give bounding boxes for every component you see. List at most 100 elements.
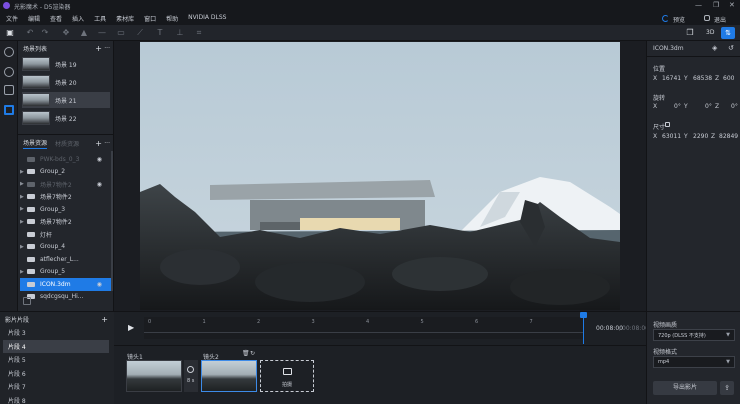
add-asset-icon[interactable]: + <box>95 139 102 148</box>
line-icon[interactable]: — <box>97 28 107 38</box>
clip-item[interactable]: 片段 6 <box>3 367 109 380</box>
asset-scrollbar[interactable] <box>111 151 113 291</box>
asset-tree-item[interactable]: ▶ 场景7物件2 <box>20 191 112 204</box>
render-view[interactable] <box>140 42 620 310</box>
terrain-icon[interactable]: ▲ <box>79 28 89 38</box>
expand-arrow-icon[interactable]: ▶ <box>20 206 27 212</box>
size-x-value[interactable]: 63011 <box>662 133 681 140</box>
expand-arrow-icon[interactable]: ▶ <box>20 194 27 200</box>
export-settings-button[interactable]: ⇪ <box>720 381 734 395</box>
shot-duration-box[interactable]: 8 s <box>184 360 198 392</box>
redo-icon[interactable]: ↷ <box>40 28 50 38</box>
pos-z-value[interactable]: 600 <box>723 75 734 82</box>
asset-tree-item[interactable]: ▶ 场景7物件2 <box>20 216 112 229</box>
render-mode-button[interactable]: ⇅ <box>721 27 735 39</box>
asset-tree-item[interactable]: ▶ Group_3 <box>20 203 112 216</box>
focus-icon[interactable]: ◈ <box>712 44 717 52</box>
undo-icon[interactable]: ↶ <box>25 28 35 38</box>
video-format-select[interactable]: mp4 ▼ <box>653 356 735 368</box>
menu-item[interactable]: 帮助 <box>161 14 183 23</box>
rectangle-icon[interactable]: ▭ <box>116 28 126 38</box>
menu-item[interactable]: 素材库 <box>111 14 139 23</box>
video-quality-select[interactable]: 720p (DLSS 不支持) ▼ <box>653 329 735 341</box>
visibility-icon[interactable]: ◉ <box>97 281 102 288</box>
weather-icon[interactable] <box>4 67 14 77</box>
clip-item[interactable]: 片段 7 <box>3 380 109 393</box>
expand-arrow-icon[interactable]: ▶ <box>20 181 27 187</box>
rot-x-value[interactable]: 0° <box>674 103 681 110</box>
delete-shot-icon[interactable]: 🗑 <box>242 350 250 357</box>
menu-item[interactable]: 文件 <box>1 14 23 23</box>
pick-icon[interactable]: ⟋ <box>135 28 145 38</box>
asset-tree-item[interactable]: 灯杆 <box>20 228 112 241</box>
lock-icon[interactable] <box>665 122 670 127</box>
expand-arrow-icon[interactable]: ▶ <box>20 269 27 275</box>
expand-arrow-icon[interactable]: ▶ <box>20 219 27 225</box>
asset-tree-item[interactable]: PWK-bds_0_3 ◉ <box>20 153 112 166</box>
scene-item[interactable]: 场景 22 <box>22 110 110 126</box>
visibility-icon[interactable]: ◉ <box>97 156 102 163</box>
camera-icon[interactable] <box>4 85 14 95</box>
asset-tree-item[interactable]: atflecher_L... <box>20 253 112 266</box>
playhead-handle-icon[interactable] <box>580 312 587 318</box>
clip-item[interactable]: 片段 8 <box>3 394 109 404</box>
asset-tree-item[interactable]: ▶ Group_5 <box>20 266 112 279</box>
refresh-shot-icon[interactable]: ↻ <box>250 350 255 357</box>
add-scene-icon[interactable]: + <box>95 44 102 53</box>
asset-tree-item[interactable]: ▶ Group_4 <box>20 241 112 254</box>
close-icon[interactable]: ✕ <box>729 1 735 9</box>
minimize-icon[interactable]: — <box>695 1 702 9</box>
align-icon[interactable]: ⊥ <box>175 28 185 38</box>
clip-item[interactable]: 片段 4 <box>3 339 109 353</box>
menu-item[interactable]: 窗口 <box>139 14 161 23</box>
rot-z-value[interactable]: 0° <box>731 103 738 110</box>
menu-item[interactable]: 工具 <box>89 14 111 23</box>
asset-tree-item[interactable]: ▶ Group_2 <box>20 166 112 179</box>
mode-3d-button[interactable]: 3D <box>706 29 714 36</box>
cloud-icon[interactable] <box>4 47 14 57</box>
play-icon[interactable]: ▶ <box>128 323 134 332</box>
visibility-icon[interactable]: ◉ <box>97 181 102 188</box>
scene-list-more-icon[interactable]: ··· <box>104 45 110 52</box>
scene-item[interactable]: 场景 21 <box>22 92 110 108</box>
capture-button[interactable]: 拍摄 <box>260 360 314 392</box>
asset-more-icon[interactable]: ··· <box>104 140 110 147</box>
menu-item[interactable]: 查看 <box>45 14 67 23</box>
asset-tree-item[interactable]: ▶ 场景7物件2 ◉ <box>20 178 112 191</box>
preview-label[interactable]: 预览 <box>673 15 685 24</box>
move-icon[interactable]: ✥ <box>61 28 71 38</box>
size-y-value[interactable]: 2290 <box>693 133 708 140</box>
snap-icon[interactable]: ⌗ <box>194 28 204 38</box>
menu-item[interactable]: 编辑 <box>23 14 45 23</box>
pos-x-value[interactable]: 16741 <box>662 75 681 82</box>
clip-item[interactable]: 片段 5 <box>3 353 109 366</box>
size-z-value[interactable]: 82849 <box>719 133 738 140</box>
scene-assets-tab[interactable]: 场景资源 <box>23 138 48 149</box>
timeline-track[interactable]: 0 1 2 3 4 5 6 7 <box>144 317 584 339</box>
panel-toggle-icon[interactable]: ▣ <box>5 28 15 38</box>
layers-icon[interactable]: ❒ <box>685 28 695 38</box>
expand-arrow-icon[interactable]: ▶ <box>20 169 27 175</box>
material-assets-tab[interactable]: 材质资源 <box>55 139 79 148</box>
expand-arrow-icon[interactable]: ▶ <box>20 244 27 250</box>
scene-item[interactable]: 场景 20 <box>22 74 110 90</box>
menu-item[interactable]: NVIDIA DLSS <box>183 14 231 23</box>
shot1-thumbnail[interactable] <box>126 360 182 392</box>
shot2-thumbnail[interactable] <box>201 360 257 392</box>
export-button[interactable]: 导出影片 <box>653 381 717 395</box>
pos-y-value[interactable]: 68538 <box>693 75 712 82</box>
viewport[interactable] <box>114 41 646 311</box>
scene-panel-icon[interactable] <box>4 105 14 115</box>
rot-y-value[interactable]: 0° <box>705 103 712 110</box>
clip-item[interactable]: 片段 3 <box>3 326 109 339</box>
menu-item[interactable]: 插入 <box>67 14 89 23</box>
reset-icon[interactable]: ↺ <box>728 44 734 52</box>
add-clip-icon[interactable]: + <box>101 315 108 324</box>
asset-tree-item[interactable]: sqdcgsqu_Hi... <box>20 291 112 304</box>
asset-footer-icon[interactable] <box>23 297 31 305</box>
maximize-icon[interactable]: ❐ <box>713 1 719 9</box>
text-icon[interactable]: T <box>155 28 165 38</box>
exit-label[interactable]: 退出 <box>714 15 726 24</box>
asset-tree-item[interactable]: ICON.3dm ◉ <box>20 278 112 291</box>
scene-item[interactable]: 场景 19 <box>22 56 110 72</box>
